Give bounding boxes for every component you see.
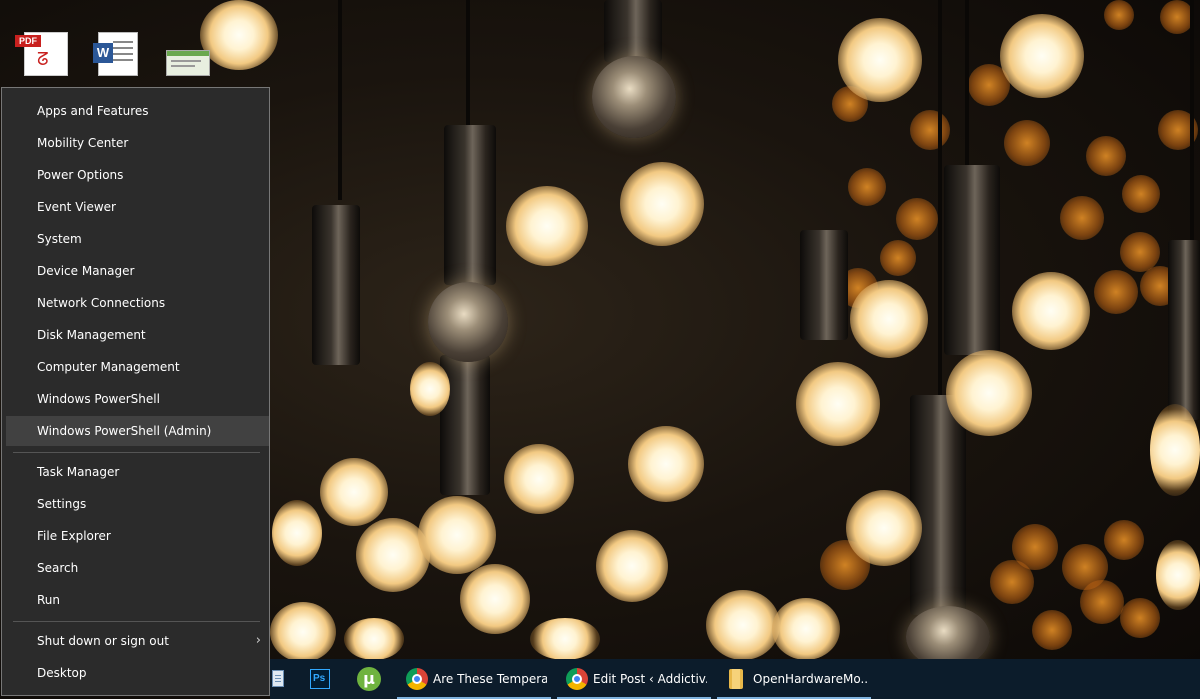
menu-item-event-viewer[interactable]: Event Viewer (6, 192, 269, 222)
screenshot-file-icon (166, 50, 210, 76)
menu-item-power-options[interactable]: Power Options (6, 160, 269, 190)
pdf-file-icon: PDF ᘔ (15, 32, 68, 76)
chrome-icon (566, 668, 588, 690)
taskbar-label: Are These Tempera... (433, 672, 547, 686)
menu-item-network-connections[interactable]: Network Connections (6, 288, 269, 318)
taskbar-explorer[interactable]: OpenHardwareMo... (717, 659, 871, 699)
menu-item-task-manager[interactable]: Task Manager (6, 457, 269, 487)
pdf-badge: PDF (15, 35, 41, 47)
taskbar-notepad[interactable] (270, 659, 292, 699)
menu-item-apps-and-features[interactable]: Apps and Features (6, 96, 269, 126)
chevron-right-icon: › (255, 633, 261, 648)
chrome-icon (406, 668, 428, 690)
taskbar-chrome-2[interactable]: Edit Post ‹ Addictiv... (557, 659, 711, 699)
folder-icon (729, 669, 743, 689)
taskbar-photoshop[interactable]: Ps (300, 659, 340, 699)
notepad-icon (272, 670, 284, 687)
desktop-icon-pdf[interactable]: PDF ᘔ (10, 28, 70, 84)
menu-separator (13, 621, 260, 622)
menu-item-windows-powershell-admin[interactable]: Windows PowerShell (Admin) (6, 416, 269, 446)
taskbar-label: OpenHardwareMo... (753, 672, 867, 686)
taskbar-utorrent[interactable]: µ (348, 659, 388, 699)
menu-item-run[interactable]: Run (6, 585, 269, 615)
power-user-menu: Apps and Features Mobility Center Power … (1, 87, 270, 696)
photoshop-icon: Ps (310, 669, 330, 689)
menu-item-search[interactable]: Search (6, 553, 269, 583)
menu-item-disk-management[interactable]: Disk Management (6, 320, 269, 350)
menu-separator (13, 452, 260, 453)
menu-item-device-manager[interactable]: Device Manager (6, 256, 269, 286)
menu-item-mobility-center[interactable]: Mobility Center (6, 128, 269, 158)
menu-item-desktop[interactable]: Desktop (6, 658, 269, 688)
taskbar-chrome-1[interactable]: Are These Tempera... (397, 659, 551, 699)
taskbar-label: Edit Post ‹ Addictiv... (593, 672, 707, 686)
menu-item-windows-powershell[interactable]: Windows PowerShell (6, 384, 269, 414)
menu-item-system[interactable]: System (6, 224, 269, 254)
menu-item-settings[interactable]: Settings (6, 489, 269, 519)
menu-item-computer-management[interactable]: Computer Management (6, 352, 269, 382)
taskbar: Ps µ Are These Tempera... Edit Post ‹ Ad… (270, 659, 1200, 699)
desktop-icon-screenshot[interactable] (160, 28, 220, 84)
word-badge: W (93, 43, 113, 63)
utorrent-icon: µ (357, 667, 381, 691)
menu-item-shut-down[interactable]: Shut down or sign out › (6, 626, 269, 656)
desktop-icon-word[interactable]: W (90, 28, 150, 84)
word-file-icon: W (93, 32, 138, 76)
menu-item-file-explorer[interactable]: File Explorer (6, 521, 269, 551)
